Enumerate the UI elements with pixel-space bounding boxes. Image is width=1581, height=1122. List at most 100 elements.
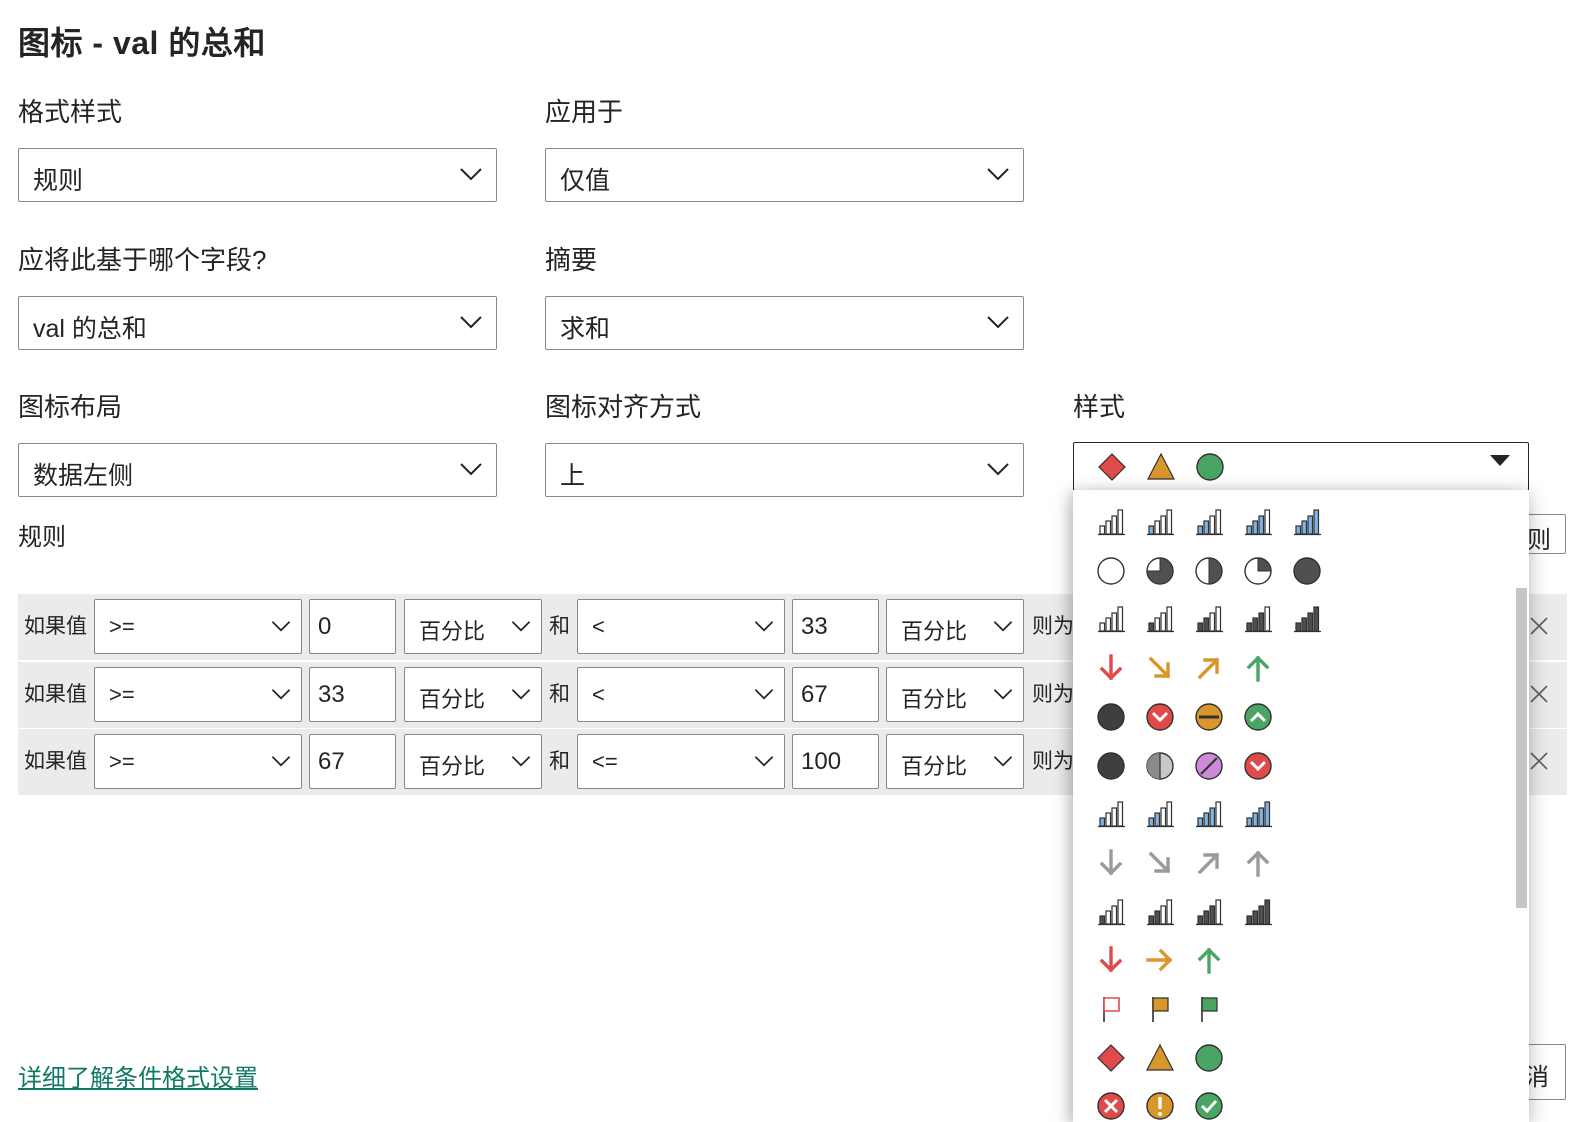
learn-more-link[interactable]: 详细了解条件格式设置 [18,1058,258,1093]
icon-alignment-label: 图标对齐方式 [545,392,702,422]
chevron-down-icon [511,756,531,767]
rule-operator1-value: >= [109,682,135,707]
rule-operator2-dropdown[interactable]: < [577,667,785,722]
apply-to-dropdown[interactable]: 仅值 [545,148,1024,202]
rule-operator1-dropdown[interactable]: >= [94,599,302,654]
rule-value2-input[interactable]: 67 [792,667,879,722]
icon-set-option[interactable] [1073,847,1513,895]
rule-value2-input[interactable]: 33 [792,599,879,654]
chevron-down-icon [987,463,1009,476]
arrow-upright-gray-icon [1193,847,1225,879]
chevron-down-icon [754,756,774,767]
rule-unit1-value: 百分比 [419,619,486,644]
icon-set-option[interactable] [1073,1090,1513,1122]
format-style-value: 规则 [33,167,84,195]
summary-dropdown[interactable]: 求和 [545,296,1024,350]
arrow-up-gray-icon [1242,847,1274,879]
bars-3-dark-icon [1193,896,1225,928]
remove-rule-icon[interactable] [1529,684,1549,704]
rule-unit2-dropdown[interactable]: 百分比 [886,734,1024,789]
flag-yellow-icon [1144,993,1176,1025]
pie-full-icon [1291,555,1323,587]
remove-rule-icon[interactable] [1529,616,1549,636]
bars-4-blue-icon [1291,506,1323,538]
rule-operator2-value: < [592,614,605,639]
rule-operator1-dropdown[interactable]: >= [94,734,302,789]
icon-set-option[interactable] [1073,506,1513,554]
circle-gray-half-icon [1144,750,1176,782]
rule-operator2-dropdown[interactable]: < [577,599,785,654]
rule-if-label: 如果值 [24,615,87,638]
icon-set-option[interactable] [1073,652,1513,700]
chevron-down-icon [271,621,291,632]
circle-green-up-icon [1242,701,1274,733]
icon-set-option[interactable] [1073,896,1513,944]
bars-4-blue-icon [1242,798,1274,830]
exclamation-circle-yellow-icon [1144,1090,1176,1122]
icon-layout-dropdown[interactable]: 数据左侧 [18,443,497,497]
dropdown-scrollbar[interactable] [1516,588,1527,908]
rule-then-label: 则为 [1032,683,1074,706]
rule-and-label: 和 [549,683,570,706]
rule-and-label: 和 [549,750,570,773]
icon-set-option[interactable] [1073,1042,1513,1090]
diamond-red-icon [1096,451,1128,483]
pie-half-icon [1193,555,1225,587]
rule-operator1-value: >= [109,614,135,639]
based-on-dropdown[interactable]: val 的总和 [18,296,497,350]
rule-value2-input[interactable]: 100 [792,734,879,789]
based-on-value: val 的总和 [33,315,147,343]
rule-then-label: 则为 [1032,615,1074,638]
icon-set-option[interactable] [1073,750,1513,798]
icon-set-option[interactable] [1073,944,1513,992]
bars-2-dark-icon [1193,603,1225,635]
add-rule-button-label: 则 [1527,527,1551,554]
circle-black-icon [1095,701,1127,733]
rule-value1: 67 [318,748,345,775]
rule-unit1-dropdown[interactable]: 百分比 [404,599,542,654]
rule-unit2-dropdown[interactable]: 百分比 [886,667,1024,722]
rule-unit2-value: 百分比 [901,619,968,644]
rule-unit1-dropdown[interactable]: 百分比 [404,734,542,789]
icon-set-option[interactable] [1073,701,1513,749]
rule-operator1-dropdown[interactable]: >= [94,667,302,722]
caret-down-icon [1490,455,1510,466]
style-dropdown[interactable] [1073,442,1529,491]
circle-green-icon [1193,1042,1225,1074]
rule-value1-input[interactable]: 33 [309,667,396,722]
chevron-down-icon [460,316,482,329]
bars-4-dark-icon [1291,603,1323,635]
flag-green-icon [1193,993,1225,1025]
rule-value1-input[interactable]: 0 [309,599,396,654]
apply-to-label: 应用于 [545,97,624,127]
remove-rule-icon[interactable] [1529,751,1549,771]
arrow-down-red-icon [1095,944,1127,976]
bars-2-dark-icon [1144,896,1176,928]
circle-green-icon [1194,451,1226,483]
icon-set-option[interactable] [1073,993,1513,1041]
rule-unit1-value: 百分比 [419,687,486,712]
rule-unit1-dropdown[interactable]: 百分比 [404,667,542,722]
rule-unit2-dropdown[interactable]: 百分比 [886,599,1024,654]
chevron-down-icon [754,689,774,700]
icon-set-option[interactable] [1073,798,1513,846]
icon-set-option[interactable] [1073,603,1513,651]
circle-red-down-icon [1144,701,1176,733]
circle-purple-slash-icon [1193,750,1225,782]
chevron-down-icon [271,756,291,767]
summary-label: 摘要 [545,245,598,275]
rule-value1-input[interactable]: 67 [309,734,396,789]
rule-value2: 67 [801,681,828,708]
icon-set-option[interactable] [1073,555,1513,603]
based-on-label: 应将此基于哪个字段? [18,245,267,275]
bars-3-blue-icon [1193,798,1225,830]
rule-operator2-value: <= [592,749,618,774]
arrow-up-green-icon [1193,944,1225,976]
rule-operator2-dropdown[interactable]: <= [577,734,785,789]
rule-value1: 33 [318,681,345,708]
icon-alignment-dropdown[interactable]: 上 [545,443,1024,497]
rule-unit2-value: 百分比 [901,687,968,712]
format-style-dropdown[interactable]: 规则 [18,148,497,202]
rule-if-label: 如果值 [24,683,87,706]
rule-value2: 33 [801,613,828,640]
